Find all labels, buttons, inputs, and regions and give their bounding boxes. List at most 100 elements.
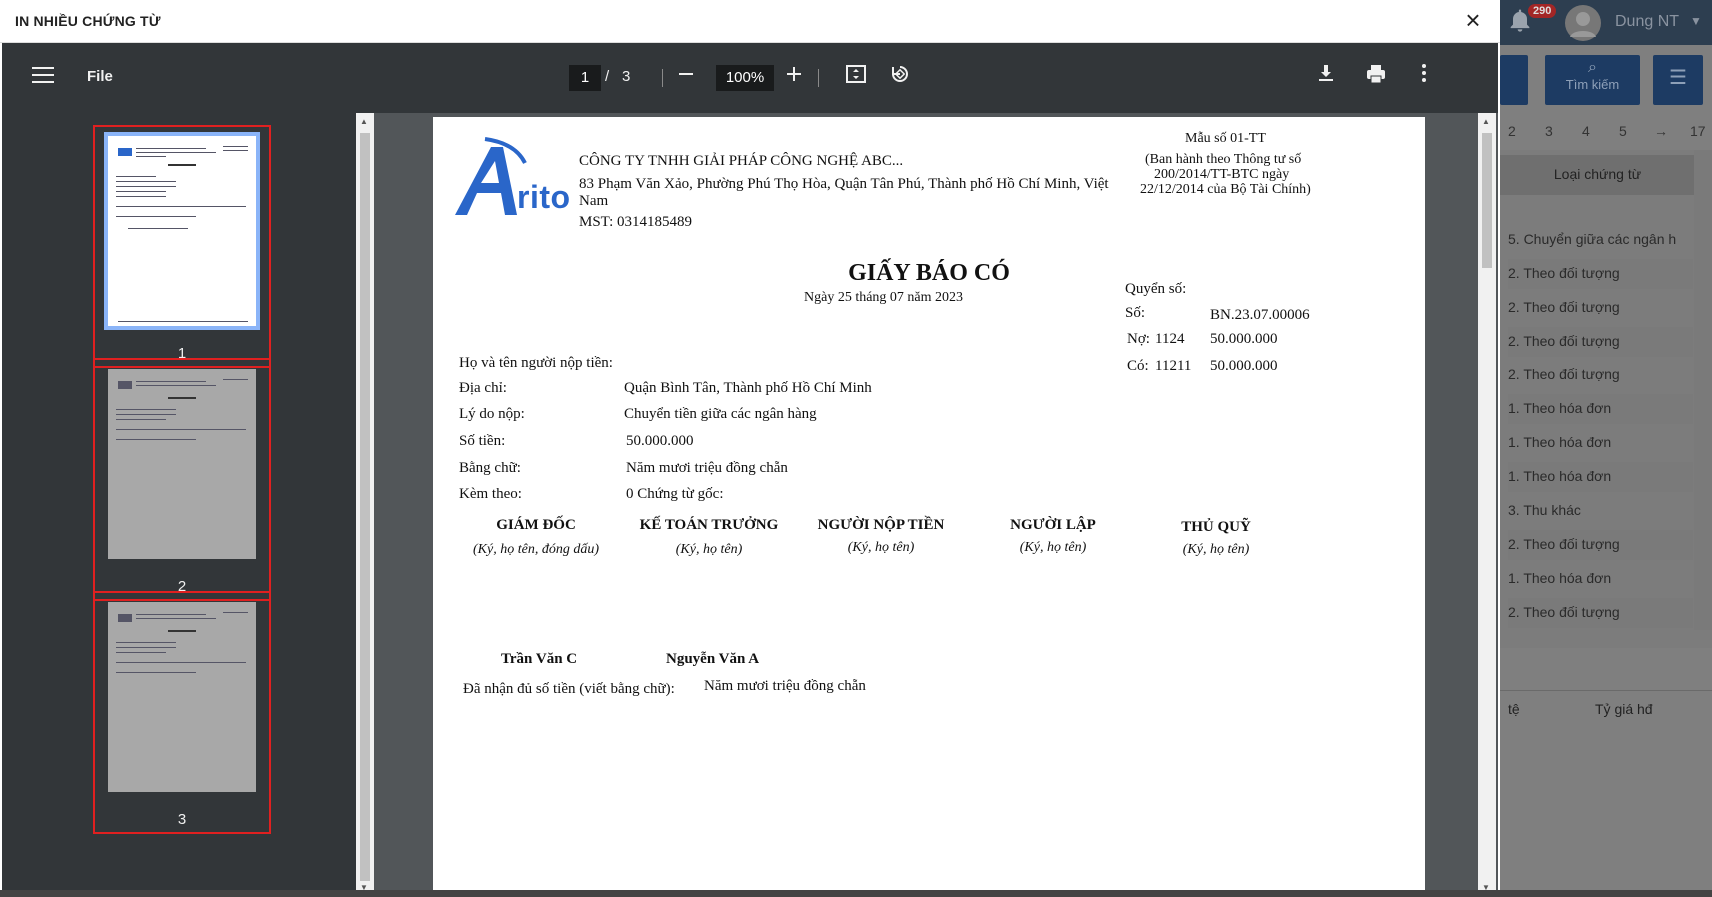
zoom-input[interactable]: 100% <box>716 65 774 91</box>
words-value: Năm mươi triệu đồng chẵn <box>626 460 788 476</box>
book-label: Quyển số: <box>1125 281 1187 297</box>
thumbnail-scrollbar[interactable]: ▲ ▼ <box>356 113 374 897</box>
bottom-strip <box>0 890 1712 897</box>
credit-amount: 50.000.000 <box>1210 358 1278 374</box>
page-separator: / <box>605 68 610 85</box>
payer-label: Họ và tên người nộp tiền: <box>459 355 613 371</box>
document-title: GIẤY BÁO CÓ <box>848 260 1010 286</box>
zoom-in-icon[interactable] <box>780 63 808 91</box>
attached-label: Kèm theo: <box>459 486 522 502</box>
file-title: File <box>87 68 113 85</box>
grid-row[interactable]: 1. Theo hóa đơn <box>1508 564 1693 594</box>
signature-note: (Ký, họ tên, đóng dấu) <box>473 542 599 557</box>
scrollbar-thumb[interactable] <box>360 133 370 881</box>
modal-title: IN NHIỀU CHỨNG TỪ <box>15 13 161 29</box>
thumbnail-2[interactable]: 2 <box>93 358 271 601</box>
pager-item[interactable]: 5 <box>1619 123 1627 139</box>
address-value: Quận Bình Tân, Thành phố Hồ Chí Minh <box>624 380 872 396</box>
toolbar-divider <box>818 69 819 87</box>
pager-item[interactable]: 4 <box>1582 123 1590 139</box>
received-value: Năm mươi triệu đồng chẵn <box>704 678 866 694</box>
scroll-up-icon[interactable]: ▲ <box>1482 117 1490 126</box>
form-note: 200/2014/TT-BTC ngày <box>1154 167 1290 182</box>
company-address: 83 Phạm Văn Xảo, Phường Phú Thọ Hòa, Quậ… <box>579 176 1109 192</box>
toolbar-button-partial[interactable] <box>1500 55 1528 105</box>
grid-row[interactable]: 2. Theo đối tượng <box>1508 530 1693 560</box>
pager-item[interactable]: 3 <box>1545 123 1553 139</box>
grid-row[interactable]: 1. Theo hóa đơn <box>1508 462 1693 492</box>
signature-title: NGƯỜI LẬP <box>1010 517 1096 533</box>
thumbnail-page-preview <box>108 602 256 792</box>
list-icon: ☰ <box>1669 67 1687 89</box>
search-button[interactable]: ⌕ Tìm kiếm <box>1545 55 1640 105</box>
signature-note: (Ký, họ tên) <box>1019 540 1087 555</box>
debit-amount: 50.000.000 <box>1210 331 1278 347</box>
pagination: 2 3 4 5 → 17 <box>1500 116 1712 146</box>
grid-row[interactable]: 1. Theo hóa đơn <box>1508 428 1693 458</box>
document-scrollbar[interactable]: ▲ ▼ <box>1478 113 1496 897</box>
credit-label: Có: <box>1127 358 1149 374</box>
pager-next[interactable]: → <box>1654 123 1668 139</box>
number-label: Số: <box>1125 305 1146 321</box>
close-icon[interactable]: × <box>1460 7 1486 34</box>
signer-name: Nguyễn Văn A <box>666 651 760 667</box>
logo-text: rito <box>517 179 571 215</box>
secondary-grid: tệ Tỷ giá hđ <box>1500 690 1712 762</box>
list-menu-button[interactable]: ☰ <box>1653 55 1703 105</box>
form-note: (Ban hành theo Thông tư số <box>1145 152 1302 167</box>
scrollbar-thumb[interactable] <box>1482 133 1492 268</box>
grid-row[interactable]: 3. Thu khác <box>1508 496 1693 526</box>
chevron-down-icon[interactable]: ▼ <box>1690 14 1702 28</box>
download-icon[interactable] <box>1312 63 1340 91</box>
modal-header: IN NHIỀU CHỨNG TỪ × <box>0 0 1500 43</box>
form-note: 22/12/2014 của Bộ Tài Chính) <box>1140 182 1311 197</box>
amount-label: Số tiền: <box>459 433 506 449</box>
print-icon[interactable] <box>1362 63 1390 91</box>
signature-note: (Ký, họ tên) <box>1182 542 1250 557</box>
grid2-header[interactable]: tệ <box>1508 701 1520 717</box>
grid-row[interactable]: 2. Theo đối tượng <box>1508 259 1693 289</box>
grid-row[interactable]: 2. Theo đối tượng <box>1508 293 1693 323</box>
more-options-icon[interactable] <box>1410 63 1438 91</box>
search-button-label: Tìm kiếm <box>1565 77 1620 92</box>
grid-row[interactable]: 5. Chuyển giữa các ngân h <box>1508 225 1693 255</box>
amount-value: 50.000.000 <box>626 433 694 449</box>
company-address-cont: Nam <box>579 193 609 209</box>
thumbnail-1[interactable]: 1 <box>93 125 271 368</box>
total-pages: 3 <box>622 68 631 85</box>
avatar[interactable] <box>1565 5 1601 41</box>
page-number-input[interactable]: 1 <box>569 65 601 91</box>
debit-account: 1124 <box>1155 331 1185 347</box>
debit-label: Nợ: <box>1127 331 1150 347</box>
grid-row[interactable]: 2. Theo đối tượng <box>1508 327 1693 357</box>
scroll-up-icon[interactable]: ▲ <box>360 117 368 126</box>
number-value: BN.23.07.00006 <box>1210 307 1310 323</box>
signature-title: KẾ TOÁN TRƯỞNG <box>639 517 779 533</box>
toolbar-divider <box>662 69 663 87</box>
thumbnail-3[interactable]: 3 <box>93 591 271 834</box>
pager-last[interactable]: 17 <box>1690 123 1706 139</box>
grid-scrollbar[interactable] <box>1694 150 1712 630</box>
signature-note: (Ký, họ tên) <box>847 540 915 555</box>
menu-icon[interactable] <box>32 67 54 85</box>
tax-code: MST: 0314185489 <box>579 214 693 230</box>
grid-header[interactable]: Loại chứng từ <box>1500 155 1695 195</box>
words-label: Bằng chữ: <box>459 460 521 476</box>
pager-item[interactable]: 2 <box>1508 123 1516 139</box>
binoculars-icon: ⌕ <box>1588 59 1597 76</box>
signature-title: GIÁM ĐỐC <box>496 517 576 533</box>
zoom-out-icon[interactable] <box>672 63 700 91</box>
fit-page-icon[interactable] <box>842 63 870 91</box>
grid-row[interactable]: 2. Theo đối tượng <box>1508 360 1693 390</box>
print-modal: IN NHIỀU CHỨNG TỪ × File 1 / 3 100% 1 2 … <box>0 0 1500 897</box>
company-logo: rito <box>455 137 585 222</box>
thumbnail-sidebar: 1 2 3 <box>2 113 374 897</box>
grid-row[interactable]: 2. Theo đối tượng <box>1508 598 1693 628</box>
signer-name: Trần Văn C <box>501 651 578 667</box>
grid-row[interactable]: 1. Theo hóa đơn <box>1508 394 1693 424</box>
rotate-icon[interactable] <box>886 63 914 91</box>
form-number: Mẫu số 01-TT <box>1185 131 1266 146</box>
user-name[interactable]: Dung NT <box>1615 13 1679 31</box>
grid2-header[interactable]: Tỷ giá hđ <box>1595 701 1653 717</box>
credit-account: 11211 <box>1155 358 1192 374</box>
